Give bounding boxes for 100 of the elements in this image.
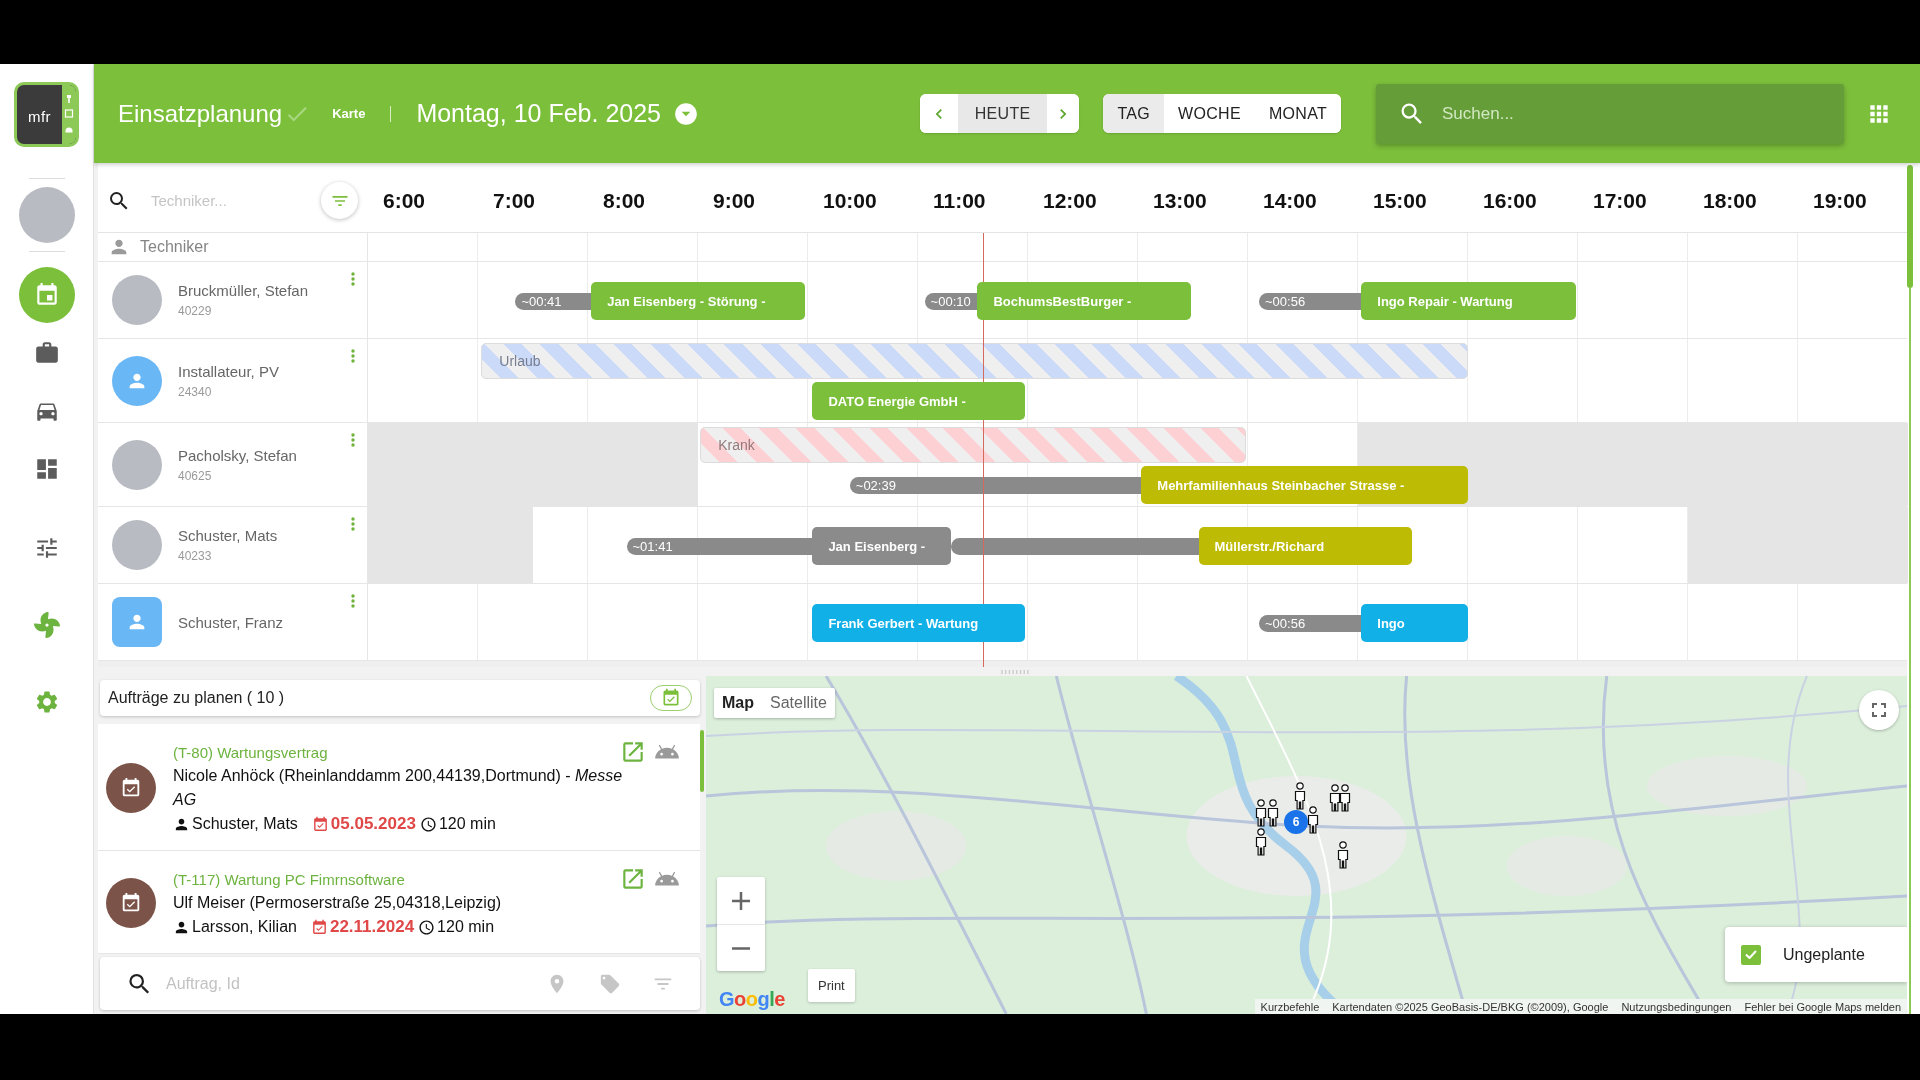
job-bar[interactable]: Ingo bbox=[1361, 604, 1468, 642]
calendar-check-button[interactable] bbox=[650, 685, 692, 711]
more-button[interactable] bbox=[351, 594, 355, 608]
order-search-field[interactable]: Auftrag, Id bbox=[100, 957, 700, 1010]
technician-id: 40233 bbox=[178, 549, 213, 563]
person-marker-icon[interactable] bbox=[1328, 784, 1342, 812]
open-external-icon[interactable] bbox=[620, 739, 646, 765]
duration-label: 120 min bbox=[438, 815, 496, 833]
scrollbar-thumb[interactable] bbox=[1907, 165, 1913, 288]
job-bar[interactable]: Müllerstr./Richard bbox=[1198, 527, 1412, 565]
hour-label: 10:00 bbox=[822, 187, 878, 214]
tag-icon[interactable] bbox=[599, 972, 621, 995]
more-button[interactable] bbox=[351, 272, 355, 286]
print-button[interactable]: Print bbox=[808, 969, 855, 1002]
today-button[interactable]: HEUTE bbox=[957, 94, 1048, 133]
person-marker-icon[interactable] bbox=[1254, 799, 1268, 827]
filter-button[interactable] bbox=[321, 182, 358, 219]
travel-time-bar: ~00:10 bbox=[924, 293, 978, 310]
search-field[interactable]: Suchen... bbox=[1376, 83, 1844, 144]
technician-name: Schuster, Mats bbox=[178, 527, 279, 544]
open-external-icon[interactable] bbox=[620, 866, 646, 892]
assigned-technician: Larsson, Kilian bbox=[192, 918, 297, 936]
hour-label: 9:00 bbox=[712, 187, 757, 214]
job-bar[interactable]: DATO Energie GmbH - bbox=[812, 382, 1025, 420]
more-icon bbox=[351, 272, 355, 286]
travel-time-bar: ~00:56 bbox=[1259, 615, 1362, 632]
order-title[interactable]: (T-80) Wartungsvertrag bbox=[173, 743, 620, 761]
map-type-tab[interactable]: Map bbox=[714, 688, 762, 718]
more-icon bbox=[351, 517, 355, 531]
technician-id: 40625 bbox=[178, 468, 213, 483]
calendar-check-avatar-icon bbox=[106, 878, 156, 928]
more-icon bbox=[351, 349, 355, 363]
hour-label: 7:00 bbox=[492, 187, 537, 214]
customer-address: Ulf Meiser (Permoserstraße 25,04318,Leipzig) bbox=[173, 893, 503, 913]
minus-icon bbox=[732, 946, 750, 950]
shortcuts-link[interactable]: Kurzbefehle bbox=[1260, 1000, 1320, 1013]
job-bar[interactable]: Ingo Repair - Wartung bbox=[1361, 282, 1576, 320]
technician-id: 24340 bbox=[178, 384, 213, 399]
due-date: 22.11.2024 bbox=[329, 917, 415, 937]
duration-label: 120 min bbox=[437, 918, 495, 936]
dropdown-icon[interactable] bbox=[673, 100, 699, 127]
person-marker-icon[interactable] bbox=[1293, 782, 1307, 810]
person-avatar-icon bbox=[112, 597, 162, 647]
attribution-link[interactable]: Fehler bei Google Maps melden bbox=[1744, 1000, 1901, 1013]
view-mode-tab[interactable]: MONAT bbox=[1254, 94, 1341, 133]
order-card[interactable]: (T-80) Wartungsvertrag Nicole Anhöck (Rheinlanddamm 200,44139,Dortmund) - Messe AG Schuster, Mats 05.05.2023 120 min bbox=[98, 724, 700, 851]
job-bar[interactable]: Jan Eisenberg - bbox=[812, 527, 951, 565]
logo-strip-drawing bbox=[62, 85, 76, 144]
map-view-link[interactable]: Karte bbox=[332, 106, 366, 121]
hour-label: 12:00 bbox=[1042, 187, 1098, 214]
clock-icon bbox=[418, 918, 436, 936]
more-button[interactable] bbox=[351, 349, 355, 363]
more-button[interactable] bbox=[351, 433, 355, 447]
previous-button[interactable] bbox=[919, 94, 958, 133]
more-icon bbox=[351, 433, 355, 447]
page-title: Einsatzplanung bbox=[118, 99, 283, 128]
travel-time-bar: ~01:41 bbox=[626, 538, 813, 555]
absence-bar[interactable]: Urlaub bbox=[481, 343, 1468, 379]
person-marker-icon[interactable] bbox=[1306, 806, 1320, 834]
checkbox[interactable] bbox=[1741, 944, 1761, 965]
map-type-tab[interactable]: Satellite bbox=[762, 688, 835, 718]
check-icon bbox=[1745, 950, 1757, 959]
technician-search-field[interactable]: Techniker... bbox=[149, 191, 299, 210]
travel-time-bar: ~00:41 bbox=[515, 293, 592, 310]
job-bar[interactable]: Frank Gerbert - Wartung bbox=[812, 604, 1025, 642]
view-mode-tab[interactable]: TAG bbox=[1103, 94, 1165, 133]
technician-name: Bruckmüller, Stefan bbox=[178, 282, 310, 299]
plus-icon bbox=[732, 891, 750, 910]
view-mode-tab[interactable]: WOCHE bbox=[1164, 94, 1255, 133]
hour-label: 8:00 bbox=[602, 187, 647, 214]
drag-handle-icon[interactable] bbox=[1000, 669, 1030, 674]
hour-label: 18:00 bbox=[1702, 187, 1758, 214]
hour-label: 11:00 bbox=[932, 187, 987, 214]
job-bar[interactable]: BochumsBestBurger - bbox=[977, 282, 1191, 320]
attribution-link[interactable]: Nutzungsbedingungen bbox=[1621, 1000, 1732, 1013]
clock-icon bbox=[419, 815, 437, 833]
order-card[interactable]: (T-117) Wartung PC Fimrnsoftware Ulf Meiser (Permoserstraße 25,04318,Leipzig) Larsson, Kilian 22.11.2024 120 min bbox=[98, 851, 700, 954]
more-button[interactable] bbox=[351, 517, 355, 531]
customer-address: Nicole Anhöck (Rheinlanddamm 200,44139,Dortmund) - Messe AG bbox=[173, 766, 624, 810]
scrollbar-thumb[interactable] bbox=[700, 730, 704, 792]
order-title[interactable]: (T-117) Wartung PC Fimrnsoftware bbox=[173, 870, 620, 888]
hour-label: 17:00 bbox=[1592, 187, 1648, 214]
job-bar[interactable]: Jan Eisenberg - Störung - bbox=[591, 282, 805, 320]
hour-label: 13:00 bbox=[1152, 187, 1208, 214]
logo-text: mfr bbox=[26, 107, 53, 127]
person-marker-icon[interactable] bbox=[1266, 799, 1280, 827]
next-button[interactable] bbox=[1047, 94, 1080, 133]
person-avatar-icon bbox=[112, 355, 162, 406]
job-bar[interactable]: Mehrfamilienhaus Steinbacher Strasse - bbox=[1141, 466, 1468, 504]
avatar-photo-placeholder bbox=[112, 520, 162, 570]
absence-bar[interactable]: Krank bbox=[700, 427, 1246, 463]
travel-time-bar: ~00:56 bbox=[1259, 293, 1362, 310]
technician-name: Installateur, PV bbox=[178, 362, 280, 380]
person-marker-icon[interactable] bbox=[1336, 841, 1350, 869]
person-marker-icon[interactable] bbox=[1254, 828, 1268, 856]
person-marker-icon[interactable] bbox=[1338, 784, 1352, 812]
hour-label: 15:00 bbox=[1372, 187, 1428, 214]
hour-label: 6:00 bbox=[382, 187, 427, 214]
avatar-photo-placeholder bbox=[112, 275, 162, 325]
hour-label: 14:00 bbox=[1262, 187, 1318, 214]
